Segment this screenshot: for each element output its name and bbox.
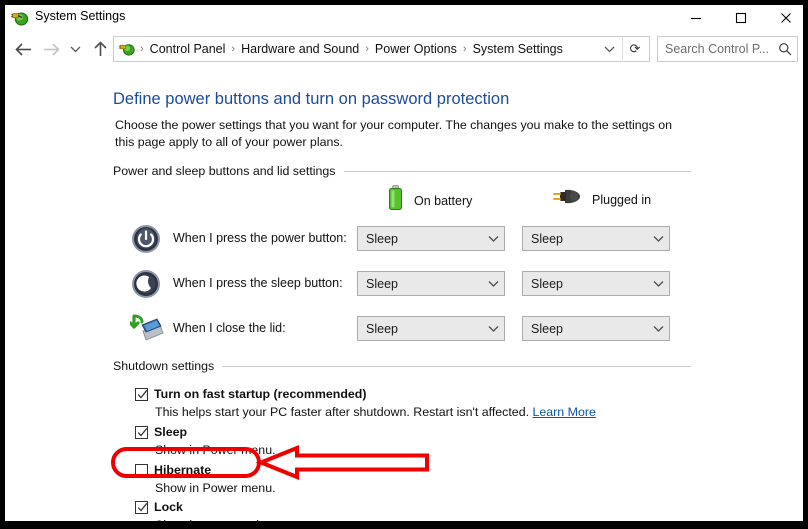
section-divider bbox=[222, 365, 691, 367]
dropdown-value: Sleep bbox=[366, 321, 398, 336]
battery-icon bbox=[387, 185, 404, 216]
chevron-down-icon bbox=[647, 235, 669, 243]
page-description: Choose the power settings that you want … bbox=[115, 118, 672, 149]
power-plug-icon bbox=[552, 185, 582, 214]
address-bar[interactable]: › Control Panel › Hardware and Sound › P… bbox=[113, 36, 650, 62]
window-title: System Settings bbox=[35, 9, 126, 23]
search-icon[interactable] bbox=[773, 42, 797, 56]
recent-locations-chevron-icon[interactable] bbox=[65, 35, 85, 63]
close-lid-on-battery-dropdown[interactable]: Sleep bbox=[357, 316, 505, 341]
column-label: On battery bbox=[414, 193, 473, 208]
checkbox-sleep[interactable]: Sleep bbox=[135, 425, 187, 439]
sleep-button-on-battery-dropdown[interactable]: Sleep bbox=[357, 271, 505, 296]
breadcrumb-hardware-and-sound[interactable]: Hardware and Sound bbox=[239, 42, 361, 56]
description-text: This helps start your PC faster after sh… bbox=[155, 405, 530, 419]
section-header-power-sleep: Power and sleep buttons and lid settings bbox=[113, 163, 691, 179]
dropdown-value: Sleep bbox=[531, 321, 563, 336]
breadcrumb-separator: › bbox=[231, 43, 236, 55]
checkbox-fast-startup[interactable]: Turn on fast startup (recommended) bbox=[135, 387, 367, 401]
column-header-plugged-in: Plugged in bbox=[552, 185, 651, 214]
section-title: Shutdown settings bbox=[113, 359, 215, 373]
chevron-down-icon bbox=[647, 325, 669, 333]
checkbox-lock[interactable]: Lock bbox=[135, 500, 183, 514]
close-button[interactable] bbox=[763, 5, 803, 31]
breadcrumb-system-settings[interactable]: System Settings bbox=[471, 42, 565, 56]
section-title: Power and sleep buttons and lid settings bbox=[113, 164, 336, 178]
checkbox-label: Sleep bbox=[154, 425, 188, 439]
row-sleep-button: When I press the sleep button: Sleep Sle… bbox=[130, 267, 690, 301]
power-options-icon-small bbox=[118, 40, 136, 58]
search-input[interactable] bbox=[658, 41, 773, 57]
dropdown-value: Sleep bbox=[366, 276, 398, 291]
search-box[interactable] bbox=[657, 36, 798, 62]
chevron-down-icon bbox=[482, 235, 504, 243]
fast-startup-description: This helps start your PC faster after sh… bbox=[155, 405, 596, 419]
power-button-icon bbox=[130, 223, 162, 255]
sleep-description: Show in Power menu. bbox=[155, 443, 276, 457]
breadcrumb-separator: › bbox=[365, 43, 369, 55]
breadcrumb-power-options[interactable]: Power Options bbox=[373, 42, 459, 56]
row-label: When I press the sleep button: bbox=[173, 276, 343, 290]
chevron-down-icon bbox=[647, 280, 669, 288]
breadcrumb-separator: › bbox=[140, 43, 144, 55]
breadcrumb-control-panel[interactable]: Control Panel bbox=[148, 42, 228, 56]
checkbox-label: Turn on fast startup (recommended) bbox=[154, 387, 367, 401]
section-header-shutdown: Shutdown settings bbox=[113, 358, 691, 374]
hibernate-description: Show in Power menu. bbox=[155, 481, 276, 495]
close-lid-plugged-in-dropdown[interactable]: Sleep bbox=[522, 316, 670, 341]
row-power-button: When I press the power button: Sleep Sle… bbox=[130, 222, 690, 256]
row-close-lid: When I close the lid: Sleep Sleep bbox=[128, 312, 690, 346]
dropdown-value: Sleep bbox=[531, 231, 563, 246]
checkbox-hibernate[interactable]: Hibernate bbox=[135, 463, 211, 477]
dropdown-value: Sleep bbox=[366, 231, 398, 246]
back-arrow-icon[interactable] bbox=[10, 35, 36, 63]
minimize-button[interactable] bbox=[673, 5, 718, 31]
row-label: When I press the power button: bbox=[173, 231, 347, 245]
checkbox-label: Hibernate bbox=[154, 463, 212, 477]
checkbox-checked-icon[interactable] bbox=[135, 501, 148, 514]
lock-description: Show in account picture menu. bbox=[155, 518, 324, 521]
refresh-button[interactable]: ⟳ bbox=[622, 38, 647, 60]
section-divider bbox=[343, 170, 691, 172]
chevron-down-icon[interactable] bbox=[601, 41, 617, 57]
page-content: Define power buttons and turn on passwor… bbox=[5, 67, 803, 521]
title-bar: System Settings bbox=[5, 5, 803, 31]
chevron-down-icon bbox=[482, 280, 504, 288]
sleep-button-icon bbox=[130, 268, 162, 300]
learn-more-link[interactable]: Learn More bbox=[532, 405, 595, 419]
column-label: Plugged in bbox=[592, 192, 652, 207]
sleep-button-plugged-in-dropdown[interactable]: Sleep bbox=[522, 271, 670, 296]
system-settings-window: System Settings › Control Panel › Hardwa… bbox=[5, 5, 803, 521]
breadcrumb-separator: › bbox=[462, 43, 467, 55]
maximize-button[interactable] bbox=[718, 5, 763, 31]
checkbox-checked-icon[interactable] bbox=[135, 388, 148, 401]
laptop-lid-icon bbox=[128, 313, 164, 345]
column-header-on-battery: On battery bbox=[387, 185, 472, 216]
checkbox-checked-icon[interactable] bbox=[135, 426, 148, 439]
dropdown-value: Sleep bbox=[531, 276, 563, 291]
navigation-bar: › Control Panel › Hardware and Sound › P… bbox=[5, 31, 803, 67]
up-arrow-icon[interactable] bbox=[87, 35, 113, 63]
row-label: When I close the lid: bbox=[173, 321, 286, 335]
chevron-down-icon bbox=[482, 325, 504, 333]
checkbox-unchecked-icon[interactable] bbox=[135, 464, 148, 477]
power-button-on-battery-dropdown[interactable]: Sleep bbox=[357, 226, 505, 251]
checkbox-label: Lock bbox=[154, 500, 183, 514]
page-title: Define power buttons and turn on passwor… bbox=[113, 90, 510, 108]
power-options-icon bbox=[10, 8, 30, 28]
forward-arrow-icon bbox=[38, 35, 64, 63]
power-button-plugged-in-dropdown[interactable]: Sleep bbox=[522, 226, 670, 251]
